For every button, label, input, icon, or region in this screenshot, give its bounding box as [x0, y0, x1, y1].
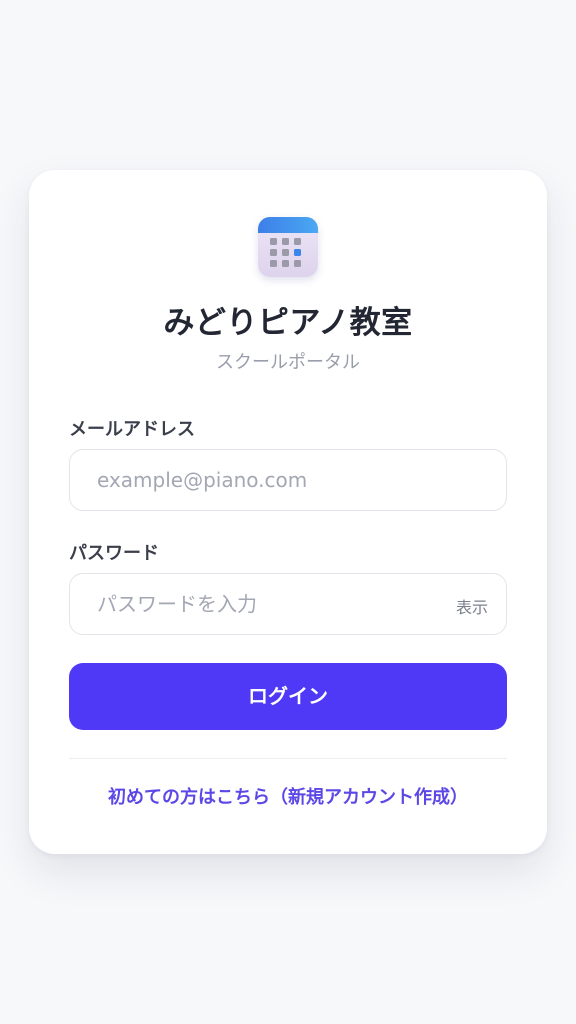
login-card: みどりピアノ教室 スクールポータル メールアドレス パスワード 表示 ログイン …: [29, 170, 547, 854]
app-subtitle: スクールポータル: [216, 352, 360, 373]
password-input[interactable]: [97, 574, 427, 633]
divider: [69, 758, 507, 759]
calendar-grid: [270, 238, 306, 268]
email-input[interactable]: [97, 450, 427, 509]
login-button[interactable]: ログイン: [69, 663, 507, 730]
calendar-header: [258, 217, 318, 233]
register-link[interactable]: 初めての方はこちら（新規アカウント作成）: [29, 783, 547, 809]
email-field-box[interactable]: [69, 449, 507, 511]
email-label: メールアドレス: [69, 419, 195, 440]
password-field-box[interactable]: 表示: [69, 573, 507, 635]
calendar-icon: [258, 217, 318, 277]
password-label: パスワード: [69, 543, 159, 564]
app-title: みどりピアノ教室: [163, 305, 413, 341]
show-password-toggle[interactable]: 表示: [456, 594, 488, 618]
